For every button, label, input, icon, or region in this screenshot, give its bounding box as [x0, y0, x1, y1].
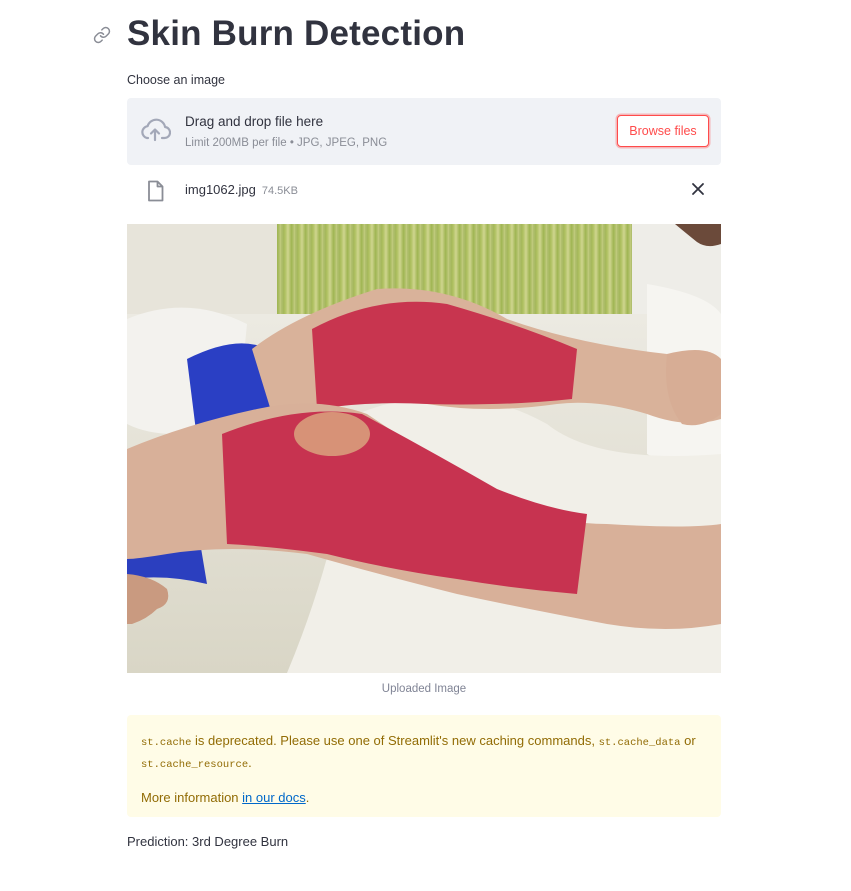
deprecation-warning: st.cache is deprecated. Please use one o… — [127, 715, 721, 817]
more-info-suffix: . — [305, 790, 310, 805]
warning-code-cache-data: st.cache_data — [598, 737, 681, 749]
warning-message: st.cache is deprecated. Please use one o… — [141, 731, 707, 775]
image-caption: Uploaded Image — [381, 683, 467, 695]
uploaded-file-row: img1062.jpg 74.5KB — [127, 172, 721, 208]
uploader-label: Choose an image — [127, 73, 225, 87]
file-dropzone[interactable]: Drag and drop file here Limit 200MB per … — [127, 98, 721, 165]
link-icon[interactable] — [93, 26, 111, 44]
browse-files-button[interactable]: Browse files — [617, 115, 709, 147]
cloud-upload-icon — [141, 118, 171, 142]
warning-code-st-cache: st.cache — [141, 737, 192, 749]
warning-text-1: is deprecated. Please use one of Streaml… — [191, 733, 599, 748]
uploaded-image — [127, 224, 721, 673]
file-name-text: img1062.jpg 74.5KB — [185, 182, 298, 197]
close-icon[interactable] — [691, 182, 705, 196]
warning-code-cache-resource: st.cache_resource — [141, 759, 249, 771]
docs-link[interactable]: in our docs — [242, 790, 306, 805]
page-title: Skin Burn Detection — [127, 14, 466, 53]
warning-text-2: or — [680, 733, 696, 748]
dropzone-hint: Limit 200MB per file • JPG, JPEG, PNG — [185, 137, 388, 149]
warning-more-info: More information in our docs. — [141, 788, 707, 808]
warning-text-3: . — [248, 755, 252, 770]
file-size: 74.5KB — [261, 185, 298, 197]
file-icon — [148, 180, 164, 202]
more-info-prefix: More information — [141, 790, 243, 805]
prediction-text: Prediction: 3rd Degree Burn — [127, 834, 289, 849]
file-name: img1062.jpg — [185, 182, 256, 197]
dropzone-title: Drag and drop file here — [185, 114, 324, 129]
